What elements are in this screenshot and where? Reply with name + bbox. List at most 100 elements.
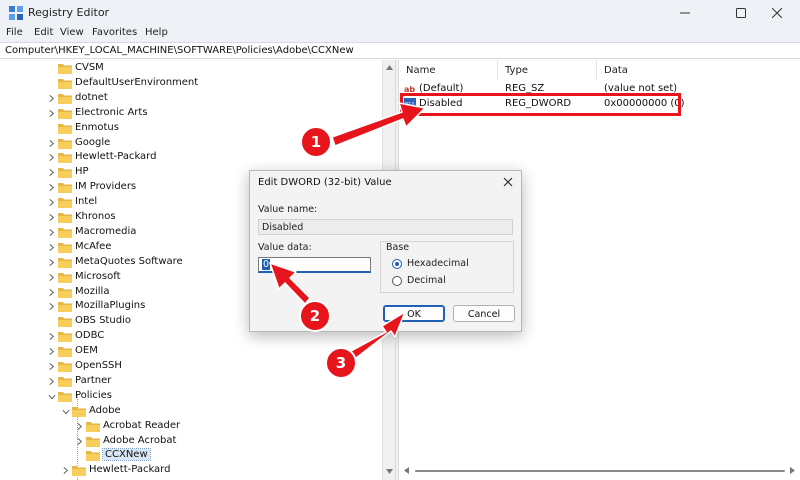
registry-editor-app-icon [9, 6, 23, 20]
window-title: Registry Editor [28, 6, 110, 19]
collapsed-chevron-icon[interactable] [48, 347, 56, 356]
tree-item[interactable]: Policies [0, 389, 380, 404]
folder-icon [58, 242, 72, 253]
collapsed-chevron-icon[interactable] [48, 153, 56, 162]
collapsed-chevron-icon[interactable] [48, 168, 56, 177]
tree-item[interactable]: Hewlett-Packard [0, 463, 380, 478]
tree-item[interactable]: CVSM [0, 61, 380, 76]
folder-icon [58, 332, 72, 343]
menu-favorites[interactable]: Favorites [92, 27, 137, 38]
tree-item[interactable]: Partner [0, 374, 380, 389]
tree-item-label: CVSM [75, 62, 104, 73]
tree-item[interactable]: dotnet [0, 91, 380, 106]
collapsed-chevron-icon[interactable] [48, 228, 56, 237]
folder-icon [58, 376, 72, 387]
value-data-text: 0 [262, 259, 271, 270]
scroll-thumb[interactable] [415, 470, 785, 472]
column-separator[interactable] [596, 60, 597, 80]
value-data-input[interactable]: 0 [258, 257, 371, 273]
tree-item[interactable]: Acrobat Reader [0, 419, 380, 434]
minimize-icon [680, 12, 690, 14]
tree-item-label: OpenSSH [75, 360, 122, 371]
folder-icon [58, 362, 72, 372]
decimal-label[interactable]: Decimal [407, 275, 446, 286]
collapsed-chevron-icon[interactable] [48, 302, 56, 311]
registry-editor-window: Registry Editor File Edit View Favorites… [0, 0, 800, 480]
tree-item-label: CCXNew [102, 448, 151, 462]
collapsed-chevron-icon[interactable] [48, 362, 56, 371]
scroll-down-arrow-icon[interactable] [386, 468, 393, 475]
highlight-box-disabled-value [400, 93, 681, 116]
collapsed-chevron-icon[interactable] [48, 332, 56, 341]
address-path: Computer\HKEY_LOCAL_MACHINE\SOFTWARE\Pol… [5, 45, 354, 56]
folder-icon [72, 406, 86, 417]
folder-icon [58, 391, 72, 402]
collapsed-chevron-icon[interactable] [62, 466, 70, 475]
expanded-chevron-icon[interactable] [62, 407, 70, 416]
folder-icon [58, 123, 72, 134]
tree-item-label: Macromedia [75, 225, 137, 237]
tree-item[interactable]: OpenSSH [0, 359, 380, 374]
collapsed-chevron-icon[interactable] [48, 258, 56, 267]
hexadecimal-label[interactable]: Hexadecimal [407, 258, 469, 269]
folder-icon [58, 287, 72, 298]
collapsed-chevron-icon[interactable] [48, 109, 56, 118]
column-header-name[interactable]: Name [406, 60, 436, 80]
tree-item[interactable]: Adobe [0, 404, 380, 419]
tree-item[interactable]: DefaultUserEnvironment [0, 76, 380, 91]
folder-icon [58, 198, 72, 209]
tree-item-label: Policies [75, 389, 112, 401]
hexadecimal-radio[interactable] [392, 259, 402, 269]
collapsed-chevron-icon[interactable] [48, 198, 56, 207]
expanded-chevron-icon[interactable] [48, 392, 56, 401]
scroll-right-arrow-icon[interactable] [789, 467, 796, 474]
tree-item-label: Intel [75, 196, 98, 208]
folder-icon [58, 272, 72, 283]
dialog-close-icon[interactable] [501, 175, 515, 189]
annotation-step-3: 3 [335, 354, 347, 372]
tree-item[interactable]: CCXNew [0, 448, 380, 463]
collapsed-chevron-icon[interactable] [48, 213, 56, 222]
collapsed-chevron-icon[interactable] [48, 243, 56, 252]
cancel-button[interactable]: Cancel [453, 305, 515, 322]
folder-icon [58, 138, 72, 149]
folder-icon [58, 257, 72, 268]
column-separator[interactable] [497, 60, 498, 80]
ok-button[interactable]: OK [383, 305, 445, 322]
folder-icon [58, 93, 72, 104]
decimal-radio[interactable] [392, 276, 402, 286]
scroll-up-arrow-icon[interactable] [386, 64, 393, 71]
minimize-button[interactable] [662, 0, 708, 26]
menu-help[interactable]: Help [145, 27, 168, 38]
collapsed-chevron-icon[interactable] [48, 273, 56, 282]
edit-dword-dialog: Edit DWORD (32-bit) Value Value name: Di… [249, 170, 522, 332]
scroll-left-arrow-icon[interactable] [403, 467, 410, 474]
tree-item-label: MetaQuotes Software [75, 255, 183, 267]
tree-item-label: MozillaPlugins [75, 300, 146, 312]
tree-item[interactable]: Adobe Acrobat [0, 434, 380, 449]
collapsed-chevron-icon[interactable] [48, 94, 56, 103]
menu-file[interactable]: File [6, 27, 23, 38]
column-header-type[interactable]: Type [505, 60, 528, 80]
tree-item[interactable]: OEM [0, 344, 380, 359]
values-horizontal-scrollbar[interactable] [399, 464, 800, 476]
menu-view[interactable]: View [60, 27, 84, 38]
collapsed-chevron-icon[interactable] [48, 139, 56, 148]
tree-item-label: Microsoft [75, 270, 121, 282]
tree-item-label: DefaultUserEnvironment [75, 76, 199, 88]
column-header-data[interactable]: Data [604, 60, 628, 80]
tree-item-label: ODBC [75, 330, 105, 342]
folder-icon [58, 213, 72, 223]
tree-item[interactable]: Electronic Arts [0, 106, 380, 121]
menu-edit[interactable]: Edit [34, 27, 53, 38]
collapsed-chevron-icon[interactable] [76, 422, 84, 431]
collapsed-chevron-icon[interactable] [48, 183, 56, 192]
folder-icon [58, 168, 72, 179]
collapsed-chevron-icon[interactable] [48, 288, 56, 297]
collapsed-chevron-icon[interactable] [48, 377, 56, 386]
maximize-icon [736, 8, 746, 18]
collapsed-chevron-icon[interactable] [76, 437, 84, 446]
address-bar[interactable]: Computer\HKEY_LOCAL_MACHINE\SOFTWARE\Pol… [0, 42, 800, 59]
folder-icon [58, 227, 72, 238]
close-button[interactable] [754, 0, 800, 26]
